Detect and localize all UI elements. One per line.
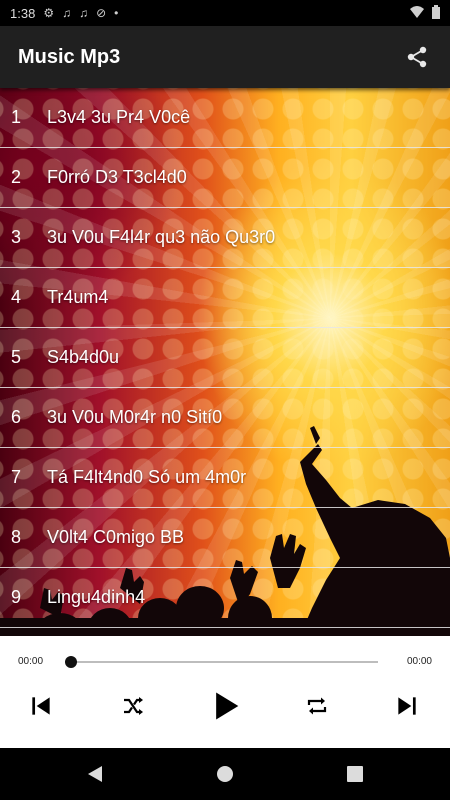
music-note-icon: ♫ bbox=[79, 6, 89, 20]
app-title: Music Mp3 bbox=[18, 45, 121, 68]
list-item[interactable]: 4 Tr4um4 bbox=[0, 268, 450, 328]
song-number: 4 bbox=[11, 287, 22, 307]
list-item[interactable]: 9 Lingu4dinh4 bbox=[0, 568, 450, 628]
gear-icon: ⚙ bbox=[43, 6, 55, 20]
song-number: 6 bbox=[11, 407, 22, 427]
recents-icon[interactable] bbox=[343, 762, 367, 786]
dot-icon: • bbox=[114, 6, 119, 20]
app-bar: Music Mp3 bbox=[0, 26, 450, 88]
song-title: F0rró D3 T3cl4d0 bbox=[47, 167, 187, 187]
song-list: 1 L3v4 3u Pr4 V0cê 2 F0rró D3 T3cl4d0 3 … bbox=[0, 88, 450, 628]
list-item[interactable]: 3 3u V0u F4l4r qu3 não Qu3r0 bbox=[0, 208, 450, 268]
song-title: V0lt4 C0migo BB bbox=[47, 527, 185, 547]
list-item[interactable]: 5 S4b4d0u bbox=[0, 328, 450, 388]
play-icon[interactable] bbox=[210, 686, 242, 726]
shuffle-icon[interactable] bbox=[118, 686, 148, 726]
song-title: Lingu4dinh4 bbox=[47, 587, 146, 607]
playback-controls bbox=[0, 686, 450, 730]
song-title: L3v4 3u Pr4 V0cê bbox=[47, 107, 191, 127]
skip-previous-icon[interactable] bbox=[26, 686, 56, 726]
back-icon[interactable] bbox=[83, 762, 107, 786]
song-number: 7 bbox=[11, 467, 22, 487]
share-icon[interactable] bbox=[402, 42, 432, 72]
song-number: 3 bbox=[11, 227, 22, 247]
music-note-icon: ♫ bbox=[62, 6, 72, 20]
skip-next-icon[interactable] bbox=[392, 686, 422, 726]
list-item[interactable]: 7 Tá F4lt4nd0 Só um 4m0r bbox=[0, 448, 450, 508]
list-item[interactable]: 8 V0lt4 C0migo BB bbox=[0, 508, 450, 568]
wifi-icon bbox=[410, 6, 424, 20]
total-time: 00:00 bbox=[406, 656, 432, 667]
repeat-icon[interactable] bbox=[302, 686, 332, 726]
navigation-bar bbox=[0, 748, 450, 800]
song-title: Tá F4lt4nd0 Só um 4m0r bbox=[47, 467, 247, 487]
song-title: S4b4d0u bbox=[47, 347, 120, 367]
seek-thumb[interactable] bbox=[65, 656, 77, 668]
status-bar: 1:38 ⚙ ♫ ♫ ⊘ • bbox=[0, 0, 450, 26]
list-item[interactable]: 6 3u V0u M0r4r n0 Sití0 bbox=[0, 388, 450, 448]
song-number: 2 bbox=[11, 167, 22, 187]
seek-bar[interactable] bbox=[70, 661, 378, 663]
player-panel: 00:00 00:00 bbox=[0, 636, 450, 748]
battery-icon bbox=[432, 5, 440, 21]
song-number: 5 bbox=[11, 347, 22, 367]
song-number: 1 bbox=[11, 107, 22, 127]
home-icon[interactable] bbox=[213, 762, 237, 786]
list-item[interactable]: 2 F0rró D3 T3cl4d0 bbox=[0, 148, 450, 208]
list-item[interactable]: 1 L3v4 3u Pr4 V0cê bbox=[0, 88, 450, 148]
status-time: 1:38 bbox=[10, 5, 36, 21]
song-number: 8 bbox=[11, 527, 22, 547]
song-title: 3u V0u M0r4r n0 Sití0 bbox=[47, 407, 223, 427]
current-time: 00:00 bbox=[18, 656, 44, 667]
song-list-area: 1 L3v4 3u Pr4 V0cê 2 F0rró D3 T3cl4d0 3 … bbox=[0, 88, 450, 636]
song-number: 9 bbox=[11, 587, 22, 607]
song-title: 3u V0u F4l4r qu3 não Qu3r0 bbox=[47, 227, 276, 247]
no-sim-icon: ⊘ bbox=[96, 6, 107, 20]
song-title: Tr4um4 bbox=[47, 287, 109, 307]
